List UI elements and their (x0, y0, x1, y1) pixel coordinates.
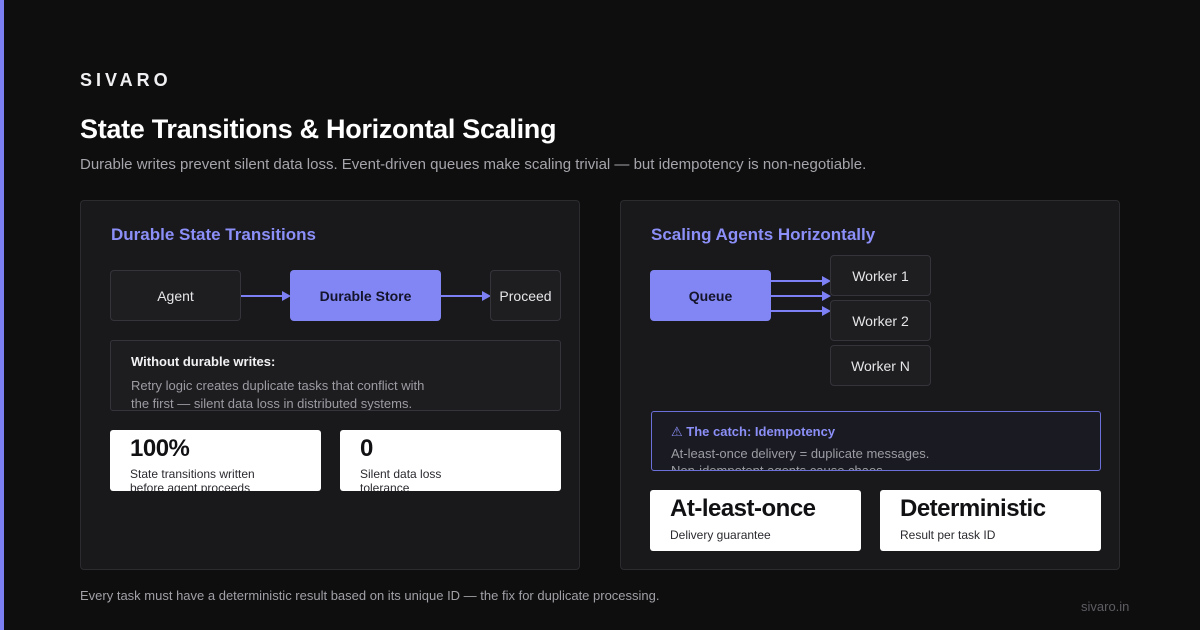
agent-to-store-arrow (241, 291, 291, 301)
callout-line: Retry logic creates duplicate tasks that… (131, 378, 425, 393)
catch-body: At-least-once delivery = duplicate messa… (671, 445, 930, 471)
stat-value: 0 (360, 435, 373, 462)
stat-value: 100% (130, 435, 190, 462)
without-durable-writes-callout: Without durable writes: Retry logic crea… (110, 340, 561, 411)
stat-label: Delivery guarantee (670, 528, 771, 542)
stat-value: Deterministic (900, 495, 1046, 522)
agent-node: Agent (110, 270, 241, 321)
worker-node: Worker 2 (830, 300, 931, 341)
queue-to-worker-n-arrow (771, 306, 831, 316)
stat-label-line: before agent proceeds (130, 481, 251, 491)
callout-heading: Without durable writes: (131, 354, 276, 369)
durable-state-panel: Durable State Transitions Agent Durable … (80, 200, 580, 570)
queue-to-worker-2-arrow (771, 291, 831, 301)
idempotency-catch-callout: ⚠ The catch: Idempotency At-least-once d… (651, 411, 1101, 471)
footer-url[interactable]: sivaro.in (1081, 599, 1129, 614)
worker-node: Worker N (830, 345, 931, 386)
queue-node: Queue (650, 270, 771, 321)
stat-value: At-least-once (670, 495, 816, 522)
scaling-panel: Scaling Agents Horizontally Queue Worker… (620, 200, 1120, 570)
stat-label: State transitions written before agent p… (130, 467, 280, 491)
stat-label-line: tolerance (360, 481, 410, 491)
brand-logo: SIVARO (80, 70, 172, 90)
durable-store-node: Durable Store (290, 270, 441, 321)
stat-label-line: Silent data loss (360, 467, 442, 481)
stat-card: 100% State transitions written before ag… (110, 430, 321, 491)
proceed-node: Proceed (490, 270, 561, 321)
store-to-proceed-arrow (441, 291, 491, 301)
callout-line: the first — silent data loss in distribu… (131, 396, 413, 411)
page-subtitle: Durable writes prevent silent data loss.… (80, 156, 867, 173)
stat-label: Result per task ID (900, 528, 996, 542)
callout-body: Retry logic creates duplicate tasks that… (131, 377, 451, 411)
panel-title: Scaling Agents Horizontally (651, 225, 876, 244)
stat-card: 0 Silent data loss tolerance (340, 430, 561, 491)
catch-line: At-least-once delivery = duplicate messa… (671, 446, 930, 461)
stat-card: Deterministic Result per task ID (880, 490, 1101, 551)
page-title: State Transitions & Horizontal Scaling (80, 114, 557, 144)
stat-label: Silent data loss tolerance (360, 467, 510, 491)
catch-line: Non-idempotent agents cause chaos. (671, 463, 887, 471)
queue-to-worker-1-arrow (771, 276, 831, 286)
panel-title: Durable State Transitions (111, 225, 316, 244)
worker-node: Worker 1 (830, 255, 931, 296)
accent-bar (0, 0, 4, 630)
catch-heading: ⚠ The catch: Idempotency (671, 424, 836, 439)
footer-note: Every task must have a deterministic res… (80, 588, 660, 603)
stat-card: At-least-once Delivery guarantee (650, 490, 861, 551)
stat-label-line: State transitions written (130, 467, 255, 481)
